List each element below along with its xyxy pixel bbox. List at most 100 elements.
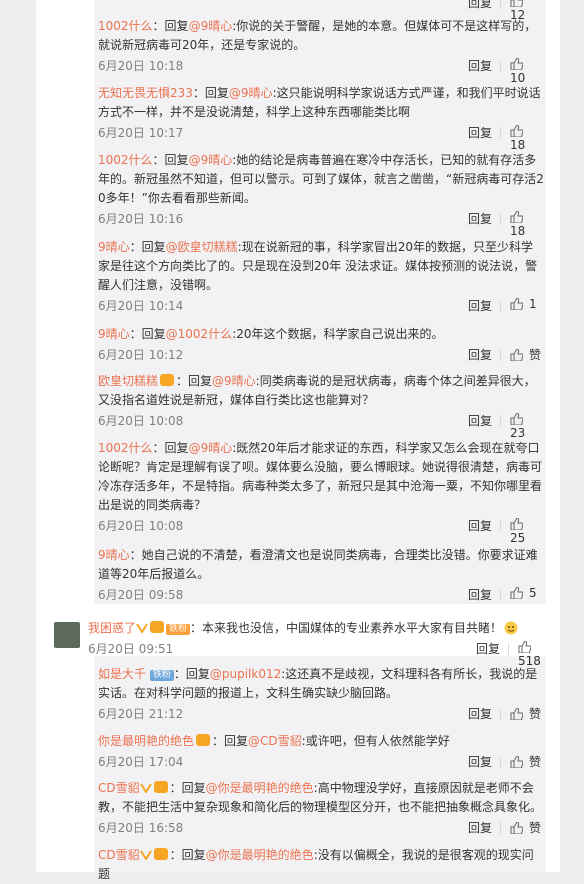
divider: [500, 822, 501, 834]
like-button[interactable]: 10: [510, 57, 544, 85]
thumbs-up-icon: [518, 641, 531, 653]
like-button[interactable]: 赞: [510, 819, 541, 836]
reply-time: 6月20日 21:12: [98, 707, 184, 721]
comment-text: ：本来我也没信，中国媒体的专业素养水平大家有目共睹！: [190, 621, 503, 635]
reply-button[interactable]: 回复: [468, 753, 492, 770]
reply-prefix: ：回复: [129, 240, 166, 254]
thumbs-up-icon: [510, 298, 523, 310]
mention-link[interactable]: @CD雪貂: [248, 734, 302, 748]
like-button[interactable]: 1: [510, 297, 537, 311]
like-button[interactable]: 赞: [510, 705, 541, 722]
like-button[interactable]: 518: [518, 640, 544, 668]
mention-link[interactable]: @你是最明艳的绝色: [206, 781, 314, 795]
like-button[interactable]: 18: [510, 124, 544, 152]
reply-username[interactable]: 欧皇切糕糕: [98, 374, 158, 388]
reply-text: :20年这个数据，科学家自己说出来的。: [232, 327, 444, 341]
reply-button[interactable]: 回复: [468, 346, 492, 363]
reply-button[interactable]: 回复: [468, 819, 492, 836]
reply-button[interactable]: 回复: [468, 0, 492, 11]
emoji-icon: [504, 621, 518, 635]
reply-time: 6月20日 17:04: [98, 755, 184, 769]
reply-button[interactable]: 回复: [468, 705, 492, 722]
thumbs-up-icon: [510, 413, 523, 425]
avatar[interactable]: [54, 622, 80, 648]
mention-link[interactable]: @欧皇切糕糕: [166, 240, 238, 254]
mention-link[interactable]: @9晴心: [229, 86, 273, 100]
vip-badge-icon: [153, 848, 168, 860]
reply-username[interactable]: 1002什么: [98, 19, 153, 33]
mention-link[interactable]: @你是最明艳的绝色: [206, 848, 314, 862]
reply-button[interactable]: 回复: [468, 297, 492, 314]
reply-time: 6月20日 10:17: [98, 126, 184, 140]
reply-item: CD雪貂 ：回复@你是最明艳的绝色:高中物理没学好，直接原因就是老师不会教，不能把…: [98, 779, 544, 837]
reply-button[interactable]: 回复: [468, 517, 492, 534]
reply-username[interactable]: 1002什么: [98, 441, 153, 455]
mention-link[interactable]: @9晴心: [189, 441, 233, 455]
like-button[interactable]: 赞: [510, 753, 541, 770]
reply-button[interactable]: 回复: [476, 640, 500, 657]
reply-item: 1002什么：回复@9晴心:你说的关于警醒，是她的本意。但媒体可不是这样写的，就…: [98, 17, 544, 85]
reply-username[interactable]: 9晴心: [98, 240, 130, 254]
reply-username[interactable]: CD雪貂: [98, 848, 140, 862]
divider: [500, 60, 501, 72]
mention-link[interactable]: @9晴心: [212, 374, 256, 388]
verified-v-icon: [136, 623, 148, 633]
vip-badge-icon: [153, 781, 168, 793]
mention-link[interactable]: @pupilk012: [210, 667, 281, 681]
reply-prefix: ：: [129, 548, 142, 562]
mention-link[interactable]: @1002什么: [166, 327, 233, 341]
divider: [500, 0, 501, 9]
reply-text: 她自己说的不清楚，看澄清文也是说同类病毒，合理类比没错。你要求证难道等20年后报…: [98, 548, 538, 581]
mention-link[interactable]: @9晴心: [189, 19, 233, 33]
like-count: 赞: [529, 755, 542, 769]
fan-tag: 铁粉: [149, 670, 174, 681]
reply-time: 6月20日 10:16: [98, 212, 184, 226]
reply-username[interactable]: 你是最明艳的绝色: [98, 734, 194, 748]
like-button[interactable]: 18: [510, 210, 544, 238]
reply-prefix: ：回复: [192, 86, 229, 100]
reply-time: 6月20日 10:18: [98, 59, 184, 73]
thumbs-up-icon: [510, 756, 523, 768]
reply-text: :或许吧，但有人依然能学好: [301, 734, 450, 748]
like-count: 10: [510, 71, 526, 85]
divider: [500, 415, 501, 427]
reply-username[interactable]: 9晴心: [98, 548, 130, 562]
like-count: 1: [529, 297, 537, 311]
reply-button[interactable]: 回复: [468, 586, 492, 603]
reply-item: 无知无畏无惧233：回复@9晴心:这只能说明科学家说话方式严谨，和我们平时说话方…: [98, 84, 544, 152]
reply-item: 9晴心：回复@1002什么:20年这个数据，科学家自己说出来的。 6月20日 10…: [98, 325, 544, 364]
thumbs-up-icon: [510, 708, 523, 720]
vip-badge-icon: [160, 374, 175, 386]
reply-username[interactable]: 无知无畏无惧233: [98, 86, 193, 100]
reply-item: 你是最明艳的绝色 ：回复@CD雪貂:或许吧，但有人依然能学好 6月20日 17:04…: [98, 732, 544, 771]
like-count: 18: [510, 224, 526, 238]
like-button[interactable]: 23: [510, 412, 544, 440]
divider: [500, 520, 501, 532]
comment-username[interactable]: 我困惑了: [88, 621, 136, 635]
like-button[interactable]: 赞: [510, 346, 541, 363]
reply-username[interactable]: 1002什么: [98, 153, 153, 167]
like-count: 赞: [529, 821, 542, 835]
reply-username[interactable]: CD雪貂: [98, 781, 140, 795]
reply-username[interactable]: 如是大千: [98, 667, 146, 681]
reply-button[interactable]: 回复: [468, 210, 492, 227]
reply-button[interactable]: 回复: [468, 57, 492, 74]
verified-v-icon: [139, 783, 152, 793]
divider: [500, 349, 501, 361]
reply-username[interactable]: 9晴心: [98, 327, 130, 341]
reply-prefix: ：回复: [152, 153, 189, 167]
like-button[interactable]: 25: [510, 517, 544, 545]
like-count: 23: [510, 426, 526, 440]
reply-prefix: ：回复: [173, 667, 210, 681]
thumbs-up-icon: [510, 587, 523, 599]
reply-button[interactable]: 回复: [468, 124, 492, 141]
thumbs-up-icon: [510, 125, 523, 137]
like-button[interactable]: 5: [510, 586, 537, 600]
reply-prefix: ：回复: [129, 327, 166, 341]
reply-time: 6月20日 10:08: [98, 519, 184, 533]
reply-button[interactable]: 回复: [468, 412, 492, 429]
reply-item: 9晴心：回复@欧皇切糕糕:现在说新冠的事，科学家冒出20年的数据，只至少科学家是…: [98, 238, 544, 315]
thumbs-up-icon: [510, 822, 523, 834]
reply-prefix: ：回复: [152, 441, 189, 455]
mention-link[interactable]: @9晴心: [189, 153, 233, 167]
